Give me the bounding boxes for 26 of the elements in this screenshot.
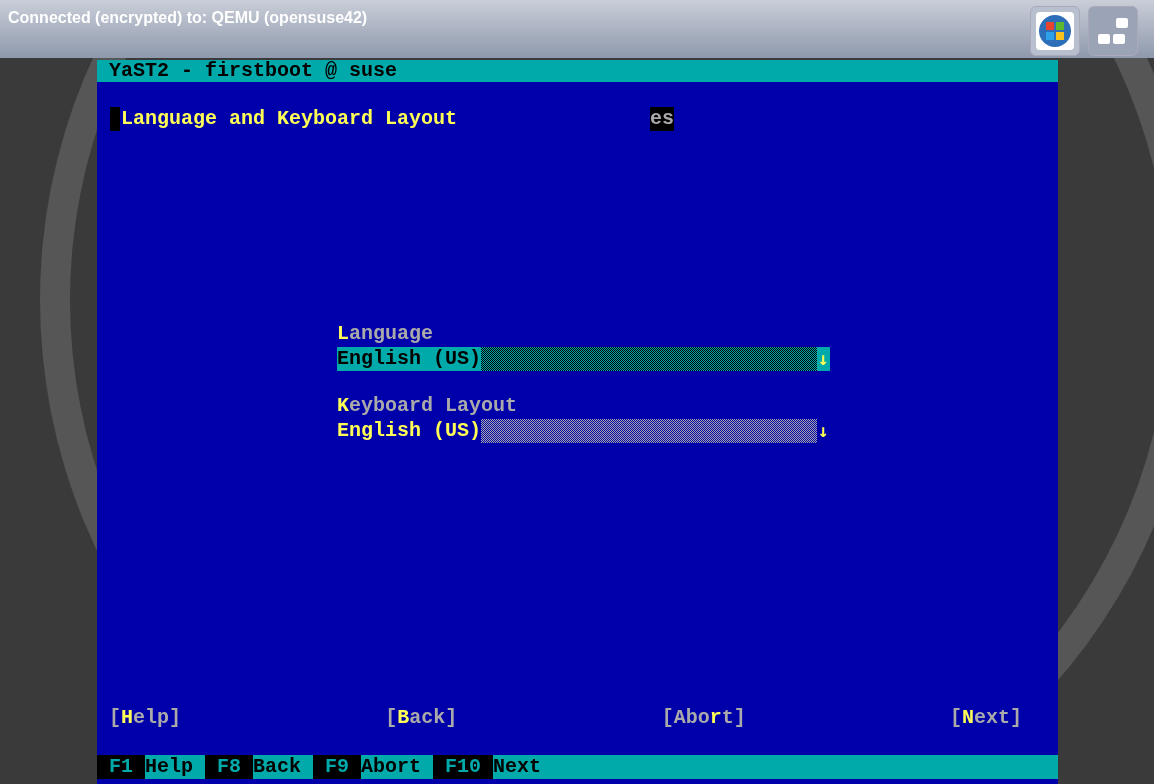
dropdown-arrow: ↓ bbox=[817, 347, 830, 371]
console-button[interactable]: [Next] bbox=[949, 706, 1022, 730]
function-key-label: Help bbox=[145, 755, 195, 779]
connection-title: Connected (encrypted) to: QEMU (opensuse42) bbox=[8, 8, 368, 28]
function-key[interactable]: F10 bbox=[433, 755, 494, 779]
flag-icon bbox=[1036, 12, 1074, 50]
function-key-label: Abort bbox=[361, 755, 423, 779]
field-label: Language bbox=[337, 322, 435, 346]
os-button[interactable] bbox=[1030, 6, 1080, 56]
cursor-block bbox=[110, 107, 120, 131]
console-title: YaST2 - firstboot @ suse bbox=[109, 60, 398, 82]
function-key-label: Back bbox=[253, 755, 303, 779]
dropdown-arrow: ↓ bbox=[817, 419, 830, 443]
function-key[interactable]: F8 bbox=[205, 755, 254, 779]
windows-icon bbox=[1096, 16, 1130, 46]
console-button[interactable]: [Abort] bbox=[661, 706, 746, 730]
console-button[interactable]: [Help] bbox=[109, 706, 182, 730]
field-label: Keyboard Layout bbox=[337, 394, 519, 418]
dropdown-field[interactable]: English (US) ↓ bbox=[337, 419, 830, 443]
function-key-label: Next bbox=[493, 755, 543, 779]
dropdown-field[interactable]: English (US) ↓ bbox=[337, 347, 830, 371]
page-heading: Language and Keyboard Layout bbox=[121, 107, 458, 131]
language-code: es bbox=[650, 107, 675, 131]
function-key[interactable]: F9 bbox=[313, 755, 362, 779]
function-key[interactable]: F1 bbox=[97, 755, 145, 779]
console-button[interactable]: [Back] bbox=[385, 706, 458, 730]
